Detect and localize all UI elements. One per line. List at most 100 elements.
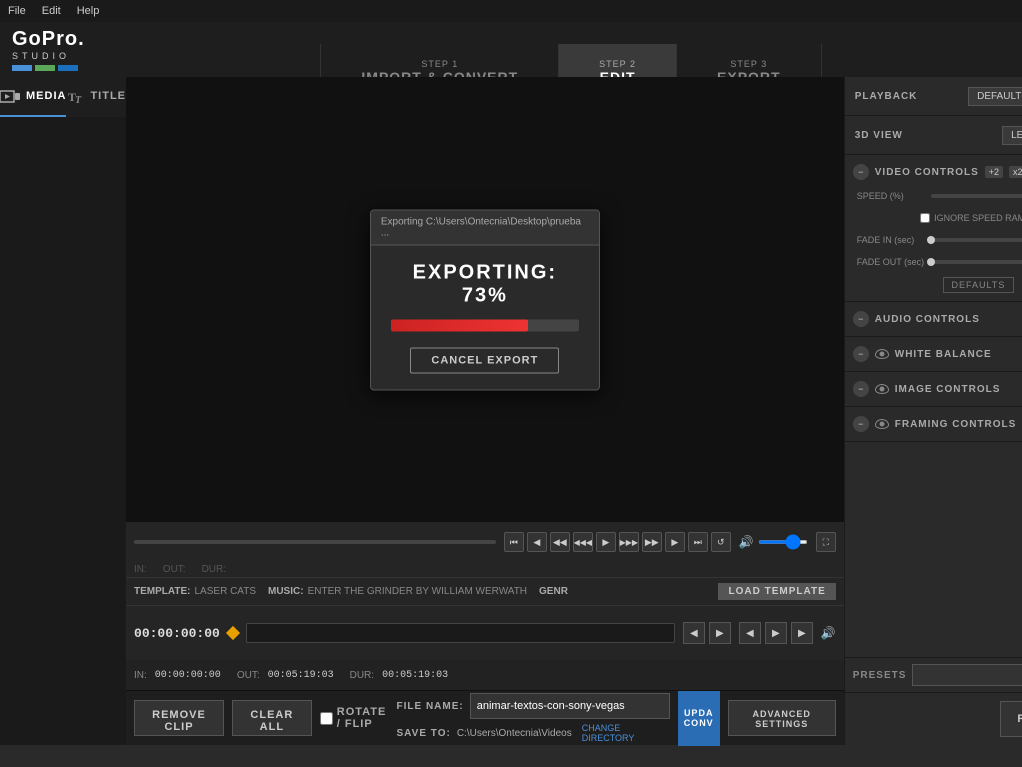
timecode-display: 00:00:00:00 [134, 626, 220, 641]
audio-controls-header[interactable]: − AUDIO CONTROLS [853, 306, 1022, 332]
export-title-text: Exporting C:\Users\Ontecnia\Desktop\prue… [381, 216, 581, 238]
speed-slider[interactable] [931, 194, 1022, 198]
saveto-label: SAVE TO: [397, 728, 451, 739]
image-controls-section: − IMAGE CONTROLS [845, 372, 1022, 407]
slow-rewind-button[interactable]: ◀◀ [550, 532, 570, 552]
loop-button[interactable]: ↺ [711, 532, 731, 552]
fast-forward-button[interactable]: ▶▶▶ [619, 532, 639, 552]
fullscreen-button[interactable]: ⛶ [816, 532, 836, 552]
filename-input[interactable] [470, 693, 670, 719]
prev-button-small[interactable]: ◀ [739, 622, 761, 644]
timecode-info: IN: OUT: DUR: [126, 562, 844, 577]
fade-in-row: FADE IN (sec) 0 < > [853, 229, 1022, 251]
rotate-checkbox-input[interactable] [320, 712, 333, 725]
timeline-marker [226, 626, 240, 640]
export-body: EXPORTING: 73% CANCEL EXPORT [371, 245, 599, 389]
framing-controls-header[interactable]: − FRAMING CONTROLS [853, 411, 1022, 437]
slow-forward-button[interactable]: ▶▶ [642, 532, 662, 552]
color-bar-2 [35, 65, 55, 71]
next-frame-button[interactable]: ▶ [665, 532, 685, 552]
load-template-button[interactable]: LOAD TEMPLATE [718, 583, 835, 600]
update-convert-button[interactable]: UPDA CONV [678, 691, 720, 746]
white-balance-toggle[interactable]: − [853, 346, 869, 362]
video-controls-header[interactable]: − VIDEO CONTROLS +2 x2 [853, 159, 1022, 185]
volume-slider[interactable] [758, 540, 808, 544]
rewind-button[interactable]: ◀◀◀ [573, 532, 593, 552]
reset-all-button[interactable]: RESET ALL [1000, 701, 1022, 737]
template-name: LASER CATS [195, 586, 257, 597]
video-controls-section: − VIDEO CONTROLS +2 x2 SPEED (%) 100 < > [845, 155, 1022, 302]
image-controls-toggle[interactable]: − [853, 381, 869, 397]
template-prefix: TEMPLATE: [134, 586, 190, 597]
badge-plus2: +2 [985, 166, 1003, 178]
left-panel: MEDIA T T TITLE [0, 77, 126, 745]
svg-text:T: T [75, 95, 82, 104]
fade-out-label: FADE OUT (sec) [857, 257, 927, 267]
3d-view-row: 3D VIEW LEFT EYE (2D) [855, 122, 1022, 148]
timeline-track[interactable] [246, 623, 675, 643]
volume-indicator: 🔊 [821, 626, 836, 640]
playback-section: PLAYBACK DEFAULT (HALF-RES) [845, 77, 1022, 116]
timeline-area: 00:00:00:00 ◀ ▶ ◀ ▶ ▶ 🔊 [126, 605, 844, 660]
play-button[interactable]: ▶ [596, 532, 616, 552]
framing-controls-toggle[interactable]: − [853, 416, 869, 432]
tab-media[interactable]: MEDIA [0, 77, 66, 117]
image-controls-eye-icon[interactable] [875, 384, 889, 394]
menu-file[interactable]: File [8, 5, 26, 17]
out-point-button[interactable]: ▶ [709, 622, 731, 644]
ignore-speed-ramp-checkbox[interactable] [920, 213, 930, 223]
top-bar: GoPro. STUDIO STEP 1 IMPORT & CONVERT ST… [0, 22, 1022, 77]
video-controls-toggle[interactable]: − [853, 164, 869, 180]
tab-media-label: MEDIA [26, 90, 66, 102]
out-timecode: OUT: [237, 670, 260, 681]
rotate-flip-checkbox[interactable]: ROTATE / FLIP [320, 706, 389, 730]
export-title-bar: Exporting C:\Users\Ontecnia\Desktop\prue… [371, 210, 599, 245]
playback-select[interactable]: DEFAULT (HALF-RES) [968, 87, 1022, 106]
filename-group: FILE NAME: SAVE TO: C:\Users\Ontecnia\Vi… [397, 693, 670, 743]
framing-controls-title: FRAMING CONTROLS [895, 419, 1017, 430]
menu-help[interactable]: Help [77, 5, 100, 17]
change-directory-link[interactable]: CHANGE DIRECTORY [582, 723, 670, 743]
framing-controls-eye-icon[interactable] [875, 419, 889, 429]
in-point-button[interactable]: ◀ [683, 622, 705, 644]
fade-out-slider[interactable] [931, 260, 1022, 264]
play-button-small[interactable]: ▶ [765, 622, 787, 644]
prev-frame-button[interactable]: ◀ [527, 532, 547, 552]
video-controls-title: VIDEO CONTROLS [875, 167, 979, 178]
out-label: OUT: [163, 564, 186, 575]
go-start-button[interactable]: ⏮ [504, 532, 524, 552]
music-prefix: MUSIC: [268, 586, 304, 597]
white-balance-eye-icon[interactable] [875, 349, 889, 359]
fade-out-row: FADE OUT (sec) 0 < > [853, 251, 1022, 273]
presets-input[interactable] [912, 664, 1022, 686]
cancel-export-button[interactable]: CANCEL EXPORT [410, 347, 559, 373]
in-label: IN: [134, 564, 147, 575]
advanced-settings-button[interactable]: ADVANCED SETTINGS [728, 700, 836, 736]
panel-tabs: MEDIA T T TITLE [0, 77, 126, 117]
white-balance-header[interactable]: − WHITE BALANCE PICK [853, 341, 1022, 367]
next-button-small[interactable]: ▶ [791, 622, 813, 644]
dur-timecode-val: 00:05:19:03 [382, 670, 448, 681]
remove-clip-button[interactable]: REMOVE CLIP [134, 700, 224, 736]
tab-title[interactable]: T T TITLE [66, 77, 126, 117]
ignore-speed-ramp-label[interactable]: IGNORE SPEED RAMP [920, 213, 1022, 223]
dur-timecode: DUR: [350, 670, 374, 681]
audio-controls-toggle[interactable]: − [853, 311, 869, 327]
fade-in-slider[interactable] [931, 238, 1022, 242]
badge-x2: x2 [1009, 166, 1022, 178]
playback-label: PLAYBACK [855, 91, 918, 102]
step2-number: STEP 2 [599, 59, 636, 69]
defaults-button[interactable]: DEFAULTS [943, 277, 1015, 293]
panel-content [0, 117, 126, 745]
brand-name: GoPro. [12, 29, 85, 49]
audio-controls-title: AUDIO CONTROLS [875, 314, 980, 325]
go-end-button[interactable]: ⏭ [688, 532, 708, 552]
conv-label: CONV [684, 718, 714, 728]
image-controls-header[interactable]: − IMAGE CONTROLS [853, 376, 1022, 402]
timeline-scrubber[interactable] [134, 540, 496, 544]
3d-view-select[interactable]: LEFT EYE (2D) [1002, 126, 1022, 145]
clear-all-button[interactable]: CLEAR ALL [232, 700, 312, 736]
menu-edit[interactable]: Edit [42, 5, 61, 17]
framing-controls-section: − FRAMING CONTROLS [845, 407, 1022, 442]
speed-label: SPEED (%) [857, 191, 927, 201]
